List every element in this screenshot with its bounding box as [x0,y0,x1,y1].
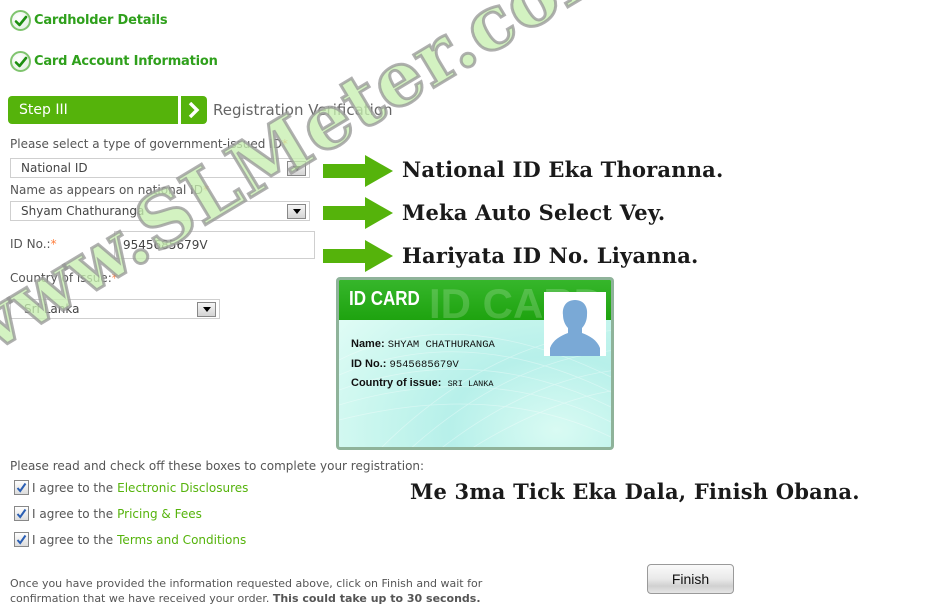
agreement-terms-conditions: I agree to the Terms and Conditions [14,532,246,547]
agreement-prefix: I agree to the [32,532,114,547]
agreement-prefix: I agree to the [32,506,114,521]
required-mark: * [202,183,209,197]
current-step-bar: Step III Registration Verification [8,96,393,124]
terms-conditions-link[interactable]: Terms and Conditions [117,533,246,547]
dropdown-arrow-icon[interactable] [287,203,306,219]
annotation-note-1: National ID Eka Thoranna. [402,157,724,182]
id-card-name-row: Name: SHYAM CHATHURANGA [351,338,495,351]
name-select[interactable]: Shyam Chathuranga [10,201,310,221]
id-type-value: National ID [21,161,88,175]
finish-button[interactable]: Finish [647,564,734,594]
footer-bold-note: This could take up to 30 seconds. [272,592,481,605]
id-type-label: Please select a type of government-issue… [10,137,288,151]
electronic-disclosures-link[interactable]: Electronic Disclosures [117,481,248,495]
pricing-fees-link[interactable]: Pricing & Fees [117,507,202,521]
required-mark: * [50,237,57,251]
step-title: Registration Verification [213,101,393,119]
footer-instructions: Once you have provided the information r… [10,577,483,605]
checkmark-icon [16,482,27,493]
id-type-select[interactable]: National ID [10,158,310,178]
name-value: Shyam Chathuranga [21,204,145,218]
agreements-title: Please read and check off these boxes to… [10,459,425,473]
agreement-checkbox[interactable] [14,532,29,547]
id-card-country-value: SRI LANKA [447,379,494,389]
country-select[interactable]: Sri Lanka [10,299,220,319]
check-circle-icon [10,10,31,31]
annotation-note-3: Hariyata ID No. Liyanna. [402,243,699,268]
agreement-prefix: I agree to the [32,480,114,495]
country-label: Country of issue:* [10,271,118,285]
completed-step-card-account-information: Card Account Information [10,51,218,72]
id-card-title: ID CARD [349,288,420,310]
required-mark: * [111,271,118,285]
id-card-country-row: Country of issue: SRI LANKA [351,377,494,389]
required-mark: * [281,137,288,151]
agreement-pricing-fees: I agree to the Pricing & Fees [14,506,202,521]
dropdown-arrow-icon[interactable] [197,301,216,317]
check-circle-icon [10,51,31,72]
id-card-name-value: SHYAM CHATHURANGA [387,339,495,351]
annotation-arrow-icon [323,240,393,272]
agreement-electronic-disclosures: I agree to the Electronic Disclosures [14,480,248,495]
annotation-note-4: Me 3ma Tick Eka Dala, Finish Obana. [410,479,860,504]
name-label: Name as appears on national ID* [10,183,209,197]
completed-step-label: Card Account Information [34,54,218,69]
person-silhouette-icon [544,292,606,356]
agreement-checkbox[interactable] [14,480,29,495]
completed-step-label: Cardholder Details [34,13,168,28]
id-card-id-value: 9545685679V [389,359,459,371]
annotation-arrow-icon [323,155,393,187]
step-label: Step III [8,96,178,124]
dropdown-arrow-icon[interactable] [287,160,306,176]
chevron-right-icon [181,96,207,124]
id-number-label: ID No.:* [10,237,57,251]
completed-step-cardholder-details: Cardholder Details [10,10,168,31]
id-card-preview: ID CARD ID CARD Name: SHYAM CHATHURANGA … [336,277,614,450]
id-card-id-row: ID No.: 9545685679V [351,358,459,371]
annotation-arrow-icon [323,197,393,229]
annotation-note-2: Meka Auto Select Vey. [402,200,666,225]
checkmark-icon [16,508,27,519]
country-value: Sri Lanka [24,302,80,316]
id-number-input[interactable]: 9545685679V [114,231,315,259]
agreement-checkbox[interactable] [14,506,29,521]
checkmark-icon [16,534,27,545]
